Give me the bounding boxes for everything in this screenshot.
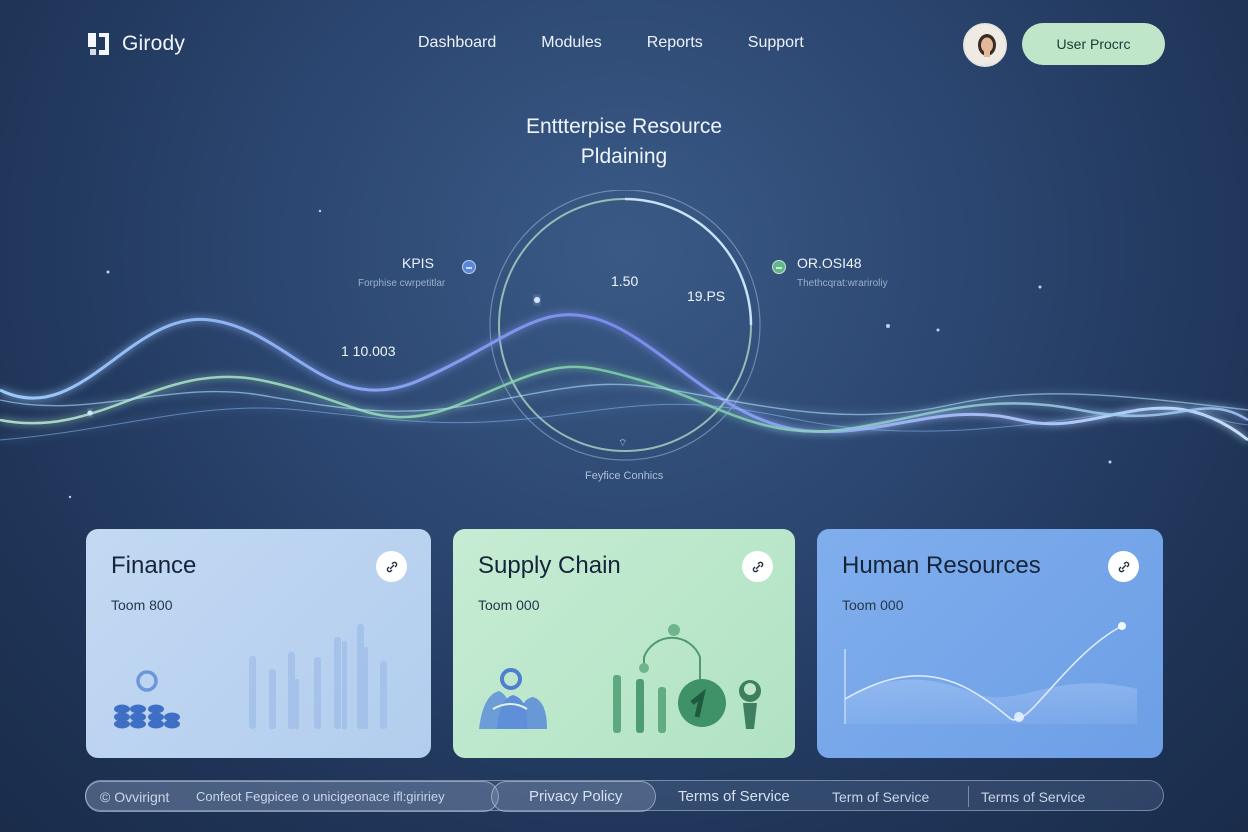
nav-reports[interactable]: Reports — [647, 34, 703, 52]
footer-bar: © Ovvirignt Confeot Fegpicee o unicigeon… — [85, 780, 1164, 812]
kpi-left-sub: Forphise cwrpetitlar — [358, 278, 446, 289]
ring-caption: Feyfice Conhics — [585, 470, 664, 482]
footer-divider — [968, 786, 969, 807]
wave-visualization — [0, 190, 1248, 499]
hero-title: Enttterpise Resource Pldaining — [424, 112, 824, 172]
kpi-right-sub: Thethcqrat:wrariroliy — [797, 278, 888, 289]
avatar-portrait-icon — [965, 25, 1005, 65]
main-nav: Dashboard Modules Reports Support — [418, 34, 849, 52]
logo-icon — [88, 33, 109, 55]
minus-icon — [776, 267, 782, 269]
hero-title-line1: Enttterpise Resource — [525, 115, 723, 138]
footer-terms-link-3[interactable]: Terms of Service — [981, 781, 1085, 812]
nav-support[interactable]: Support — [748, 34, 804, 52]
user-avatar[interactable] — [963, 23, 1007, 67]
hero-title-line2: Pldaining — [580, 145, 668, 168]
nav-dashboard[interactable]: Dashboard — [418, 34, 496, 52]
footer-tagline: Confeot Fegpicee o unicigeonace ifl:giri… — [196, 789, 445, 804]
hr-illustration — [844, 622, 1137, 724]
kpi-right-label: OR.OSI48 — [797, 255, 862, 271]
card-finance[interactable]: Finance Toom 800 — [86, 529, 431, 758]
ring-value-a: 1.50 — [611, 273, 639, 289]
nav-modules[interactable]: Modules — [541, 34, 601, 52]
wave-value: 1 10.003 — [341, 343, 396, 359]
footer-privacy-link[interactable]: Privacy Policy — [529, 781, 622, 812]
supply-chain-illustration — [479, 624, 761, 733]
ring-inner — [498, 198, 752, 452]
brand-logo[interactable]: Girody — [86, 30, 185, 58]
ring-marker: ⌔ — [618, 438, 628, 449]
minus-icon — [466, 267, 472, 269]
footer-terms-link-1[interactable]: Terms of Service — [678, 781, 790, 812]
kpi-left-toggle[interactable] — [462, 260, 476, 274]
card-human-resources[interactable]: Human Resources Toom 000 — [817, 529, 1163, 758]
ring-value-b: 19.PS — [687, 288, 726, 304]
kpi-left-label: KPIS — [402, 255, 434, 271]
card-supply-chain[interactable]: Supply Chain Toom 000 — [453, 529, 795, 758]
kpi-right-toggle[interactable] — [772, 260, 786, 274]
brand-name: Girody — [122, 32, 186, 55]
footer-terms-link-2[interactable]: Term of Service — [832, 781, 929, 812]
footer-copyright: © Ovvirignt — [100, 788, 170, 805]
finance-illustration — [114, 624, 387, 729]
user-profile-button[interactable]: User Procrc — [1022, 23, 1165, 65]
